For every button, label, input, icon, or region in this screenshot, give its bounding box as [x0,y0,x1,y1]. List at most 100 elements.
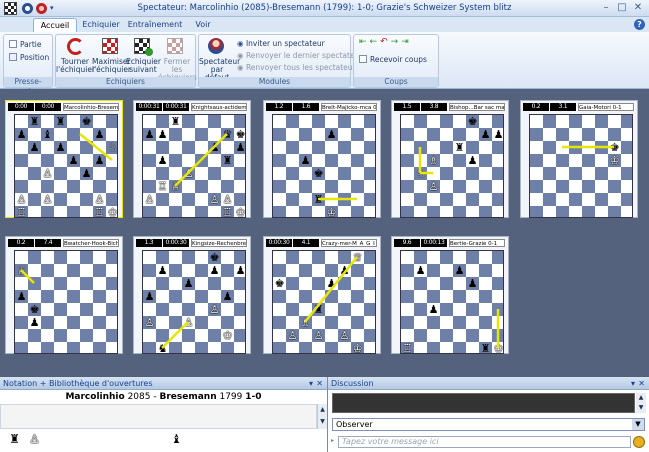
clock-white: 0:00 [8,103,34,111]
piece-black-king-icon: ♚ [209,251,220,264]
piece-black-pawn-icon: ♟ [55,141,66,154]
board-header: 0.2 3.1 Gaia-Motori 0-1 [523,103,635,111]
piece-black-king-icon: ♚ [467,115,478,128]
chess-board[interactable]: ♕ ♟ ♚ ♟ [14,250,118,354]
piece-black-pawn-icon: ♟ [480,128,491,141]
clock-black: 3.8 [421,103,447,111]
close-icon[interactable]: ✕ [316,377,323,390]
board-window-2[interactable]: 0:00:31 0:00:31 Knightsaus-actidem 1-0 ♜… [133,100,251,219]
partie-button[interactable]: Partie [9,40,42,49]
scroll-up-icon[interactable]: ▲ [636,393,646,403]
pin-icon[interactable]: ▾ [309,377,313,390]
board-window-7[interactable]: 1.3 0:00:30 Kingsize-Rechenbrett 1-0 ♚ ♟… [133,236,251,355]
piece-white-rook-icon: ♖ [94,206,105,219]
chess-board[interactable]: ♜ ♜ ♚ ♟ ♝ ♟ ♟ ♟ ♘ ♟ ♟ ♙ ♟ ♙ ♙ ♙ ♖ ♖ ♔ [14,114,118,219]
game-result: 1-0 [245,392,262,402]
chess-board[interactable]: ♟ ♟ ♟ ♟ ♖ ♜ ♔ [400,250,504,355]
group-presse-papiers: Partie Position Presse-papiers [3,34,53,96]
game-result: Gaia-Motori 0-1 [578,103,634,111]
clock-white: 1.5 [394,103,420,111]
close-icon[interactable]: ✕ [638,377,645,390]
tab-echiquier[interactable]: Echiquier [78,18,124,32]
group-label-modules: Modules [199,77,350,87]
prev-move-icon[interactable]: ← [370,37,381,47]
game-result: Knightsaus-actidem 1-0 [191,103,247,111]
board-header: 0:00 0:00 Marcolinhio-Bresemann 1-0 [8,103,120,111]
first-move-icon[interactable]: ⇤ [359,37,370,47]
chess-board[interactable]: ♚ ♔ [529,114,633,218]
tab-entrainement[interactable]: Entraînement [125,18,185,32]
game-result: Kingsize-Rechenbrett 1-0 [191,239,247,247]
chat-message-input[interactable]: Tapez votre message ici [338,436,631,448]
echiquier-suivant-button[interactable]: Echiquier suivant [126,58,161,74]
quick-access-disk-icon[interactable] [22,3,33,14]
piece-white-pawn-icon: ♙ [209,303,220,316]
maximize-button[interactable]: □ [615,2,629,14]
piece-black-pawn-icon: ♟ [222,290,233,303]
board-window-6[interactable]: 0.2 7.4 Bwatcher-Hook-Bichel 0-1 ♕ ♟ ♚ ♟ [5,236,123,354]
spectator-icon [208,38,224,54]
chat-channel-select[interactable]: Observer ▼ [332,418,645,431]
group-label-coups: Coups [354,77,438,87]
piece-white-bishop-icon: ♗ [428,154,439,167]
chevron-down-icon[interactable]: ▼ [632,419,644,430]
piece-black-king-icon: ♚ [609,141,620,154]
kick-all-icon: ◉ [237,63,246,72]
board-window-9[interactable]: 9.6 0:00:13 Bertie-Grazie 0-1 ♟ ♟ ♟ ♟ ♖ … [391,236,509,355]
minimize-button[interactable]: – [599,2,613,14]
notation-panel-header: Notation + Bibliothèque d'ouvertures ▾ ✕ [0,377,327,390]
title-bar: ▾ Spectateur: Marcolinhio (2085)-Bresema… [0,0,649,17]
chess-board[interactable]: ♚ ♟ ♟ ♟ ♟ ♟ ♟ ♙ ♙ ♙ ♞ ♔ [142,250,246,355]
piece-white-pawn-icon: ♙ [144,193,155,206]
renvoyer-tous-button[interactable]: ◉ Renvoyer tous les spectateurs [237,63,360,72]
scroll-up-icon[interactable]: ▲ [318,404,327,416]
piece-white-queen-icon: ♕ [170,180,181,193]
board-window-1[interactable]: 0:00 0:00 Marcolinhio-Bresemann 1-0 ♜ ♜ … [5,100,123,219]
recevoir-coups-checkbox[interactable]: Recevoir coups [359,55,427,64]
help-icon[interactable]: ? [634,19,645,30]
clock-white: 1.2 [266,103,292,111]
tab-voir[interactable]: Voir [186,18,220,32]
piece-white-pawn-icon: ♙ [313,329,324,342]
black-elo: 1799 [219,392,243,402]
last-move-icon[interactable]: ⇥ [401,37,412,47]
piece-white-pawn-icon: ♙ [339,329,350,342]
send-message-icon[interactable] [633,436,645,448]
ribbon: Partie Position Presse-papiers Tournerl'… [0,32,649,96]
position-button[interactable]: Position [9,53,49,62]
notation-area[interactable] [0,404,317,429]
board-window-8[interactable]: 0:00:30 4.1 Crazy-mer-M_A_G_I_C 1-0 ♕ ♟ … [263,236,381,355]
piece-white-knight-icon: ♘ [415,167,426,180]
app-logo-icon[interactable] [4,2,17,15]
maximiser-button[interactable]: Maximiser l'échiquier [92,58,131,74]
scroll-down-icon[interactable]: ▼ [636,403,646,413]
chat-scrollbar[interactable]: ▲ ▼ [636,393,646,413]
chess-board[interactable]: ♕ ♟ ♚ ♟ ♗ ♜ ♙ ♙ ♙ ♔ [272,250,376,355]
quick-access-dropdown-icon[interactable]: ▾ [50,3,58,14]
chess-board[interactable]: ♜ ♟ ♟ ♛ ♚ ♟ ♟ ♟ ♜ ♙ ♖ ♕ ♙ ♙ ♙ ♖ ♔ [142,114,246,219]
piece-black-pawn-icon: ♟ [428,303,439,316]
white-elo: 2085 [127,392,151,402]
quick-access-chess-icon[interactable] [36,3,47,14]
pin-icon[interactable]: ▾ [631,377,635,390]
chess-board[interactable]: ♚ ♟ ♟ ♜ ♗ ♟ ♘ ♙ [400,114,504,218]
clock-black: 3.1 [550,103,576,111]
scroll-down-icon[interactable]: ▼ [318,416,327,428]
renvoyer-dernier-button[interactable]: ◉ Renvoyer le dernier spectateur [237,51,362,60]
tourner-button[interactable]: Tourner l'échiquier [56,58,95,74]
chess-board[interactable]: ♟ ♟ ♚ ♜ ♔ [272,114,376,219]
chat-log[interactable] [332,393,635,413]
tab-accueil[interactable]: Accueil [33,18,77,32]
next-move-icon[interactable]: → [391,37,402,47]
close-button[interactable]: ✕ [631,2,645,14]
clock-white: 9.6 [394,239,420,247]
notation-scrollbar[interactable]: ▲ ▼ [317,404,327,429]
board-window-3[interactable]: 1.2 1.6 Brelt-Majicko-mca 0-1 ♟ ♟ ♚ ♜ ♔ [263,100,381,219]
piece-black-rook-icon: ♜ [9,432,20,446]
board-window-4[interactable]: 1.5 3.8 Bishop...Bar sac mais 0-1 ♚ ♟ ♟ … [391,100,509,218]
discussion-panel-header: Discussion ▾ ✕ [328,377,649,390]
takeback-icon[interactable]: ↶ [380,37,391,47]
inviter-spectateur-button[interactable]: ◉ Inviter un spectateur [237,39,325,48]
board-window-5[interactable]: 0.2 3.1 Gaia-Motori 0-1 ♚ ♔ [520,100,638,218]
piece-white-pawn-icon: ♙ [94,193,105,206]
